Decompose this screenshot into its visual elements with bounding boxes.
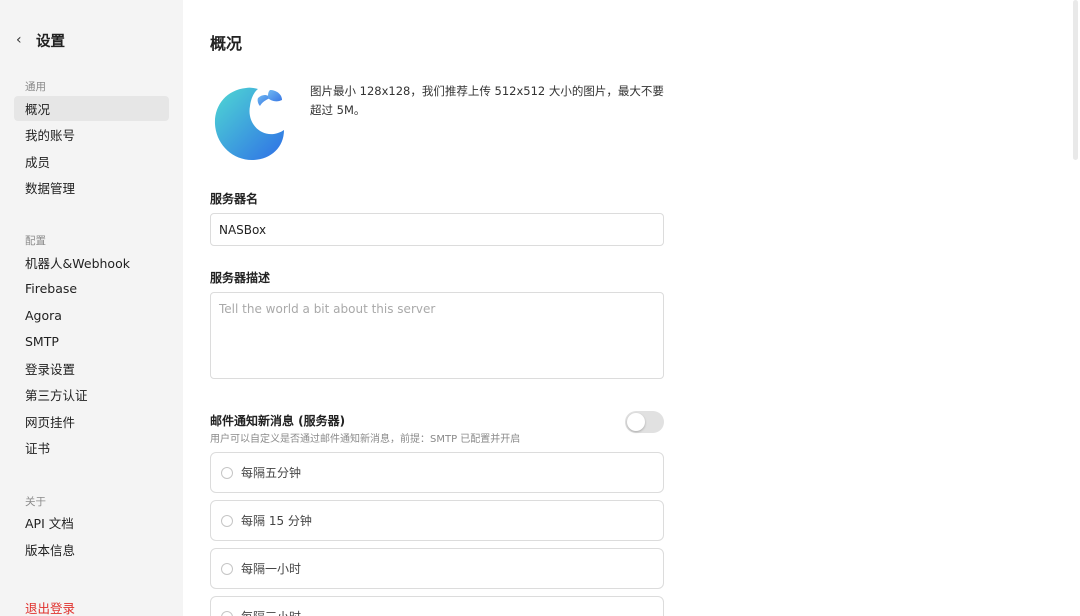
- sidebar-item-web-widget[interactable]: 网页挂件: [14, 409, 169, 434]
- server-logo-icon: [214, 87, 284, 160]
- sidebar-item-label: 版本信息: [25, 543, 76, 558]
- sidebar-item-label: Firebase: [25, 281, 78, 296]
- radio-circle-icon: [221, 514, 233, 527]
- sidebar-item-my-account[interactable]: 我的账号: [14, 122, 169, 147]
- page-title: 概况: [210, 34, 243, 53]
- radio-option-label: 每隔一小时: [241, 562, 302, 576]
- sidebar-item-label: 我的账号: [25, 128, 76, 143]
- sidebar-item-firebase[interactable]: Firebase: [14, 276, 169, 301]
- sidebar-item-label: 网页挂件: [25, 415, 76, 430]
- logout-label: 退出登录: [25, 601, 76, 616]
- server-avatar[interactable]: [212, 84, 292, 164]
- section-label-config: 配置: [25, 235, 46, 247]
- settings-app: ‹ 设置 通用 概况 我的账号 成员 数据管理 配置 机器人&Webhook F…: [0, 0, 1080, 616]
- sidebar-item-certificate[interactable]: 证书: [14, 435, 169, 460]
- sidebar-title: 设置: [36, 33, 65, 50]
- radio-circle-icon: [221, 610, 233, 616]
- section-label-general: 通用: [25, 81, 46, 93]
- notify-interval-option-5min[interactable]: 每隔五分钟: [210, 452, 664, 493]
- sidebar-item-version-info[interactable]: 版本信息: [14, 537, 169, 562]
- email-notify-title: 邮件通知新消息 (服务器): [210, 414, 346, 428]
- radio-circle-icon: [221, 466, 233, 479]
- avatar-upload-hint: 图片最小 128x128，我们推荐上传 512x512 大小的图片，最大不要超过…: [310, 84, 664, 117]
- sidebar-item-login-settings[interactable]: 登录设置: [14, 356, 169, 381]
- section-label-about: 关于: [25, 496, 46, 508]
- sidebar-item-label: API 文档: [25, 516, 74, 531]
- server-description-label: 服务器描述: [210, 271, 271, 285]
- logout-button[interactable]: 退出登录: [14, 595, 169, 616]
- sidebar-item-smtp[interactable]: SMTP: [14, 329, 169, 354]
- notify-interval-option-15min[interactable]: 每隔 15 分钟: [210, 500, 664, 541]
- sidebar-item-data-management[interactable]: 数据管理: [14, 175, 169, 200]
- main-content: 概况 图片最小 128x128，我们推荐上传 512x512 大小的图片，最大不…: [183, 0, 1080, 616]
- sidebar-item-agora[interactable]: Agora: [14, 303, 169, 328]
- notify-interval-option-3h[interactable]: 每隔三小时: [210, 596, 664, 616]
- radio-circle-icon: [221, 562, 233, 575]
- sidebar-item-label: 概况: [25, 102, 51, 117]
- server-description-input[interactable]: [210, 292, 664, 379]
- email-notify-description: 用户可以自定义是否通过邮件通知新消息，前提：SMTP 已配置并开启: [210, 434, 521, 445]
- sidebar-item-overview[interactable]: 概况: [14, 96, 169, 121]
- radio-option-label: 每隔五分钟: [241, 466, 302, 480]
- sidebar-item-bot-webhook[interactable]: 机器人&Webhook: [14, 250, 169, 275]
- sidebar-item-label: 数据管理: [25, 181, 76, 196]
- back-button[interactable]: ‹ 设置: [16, 30, 65, 50]
- server-name-input[interactable]: [210, 213, 664, 246]
- server-name-label: 服务器名: [210, 192, 259, 206]
- radio-option-label: 每隔 15 分钟: [241, 514, 312, 528]
- sidebar-item-label: 登录设置: [25, 362, 76, 377]
- email-notify-toggle[interactable]: [625, 411, 664, 433]
- notify-interval-option-1h[interactable]: 每隔一小时: [210, 548, 664, 589]
- sidebar-item-label: 成员: [25, 155, 51, 170]
- toggle-knob: [627, 413, 645, 431]
- radio-option-label: 每隔三小时: [241, 608, 301, 616]
- sidebar-item-label: 证书: [25, 441, 51, 456]
- main-scrollbar[interactable]: [1073, 0, 1078, 160]
- sidebar-item-label: 第三方认证: [25, 388, 88, 403]
- sidebar-item-label: SMTP: [25, 334, 59, 349]
- sidebar-item-label: Agora: [25, 308, 62, 323]
- settings-sidebar: ‹ 设置 通用 概况 我的账号 成员 数据管理 配置 机器人&Webhook F…: [0, 0, 183, 616]
- sidebar-item-third-party-auth[interactable]: 第三方认证: [14, 382, 169, 407]
- sidebar-item-api-docs[interactable]: API 文档: [14, 510, 169, 535]
- sidebar-item-label: 机器人&Webhook: [25, 256, 130, 271]
- chevron-left-icon: ‹: [16, 32, 22, 48]
- sidebar-item-members[interactable]: 成员: [14, 149, 169, 174]
